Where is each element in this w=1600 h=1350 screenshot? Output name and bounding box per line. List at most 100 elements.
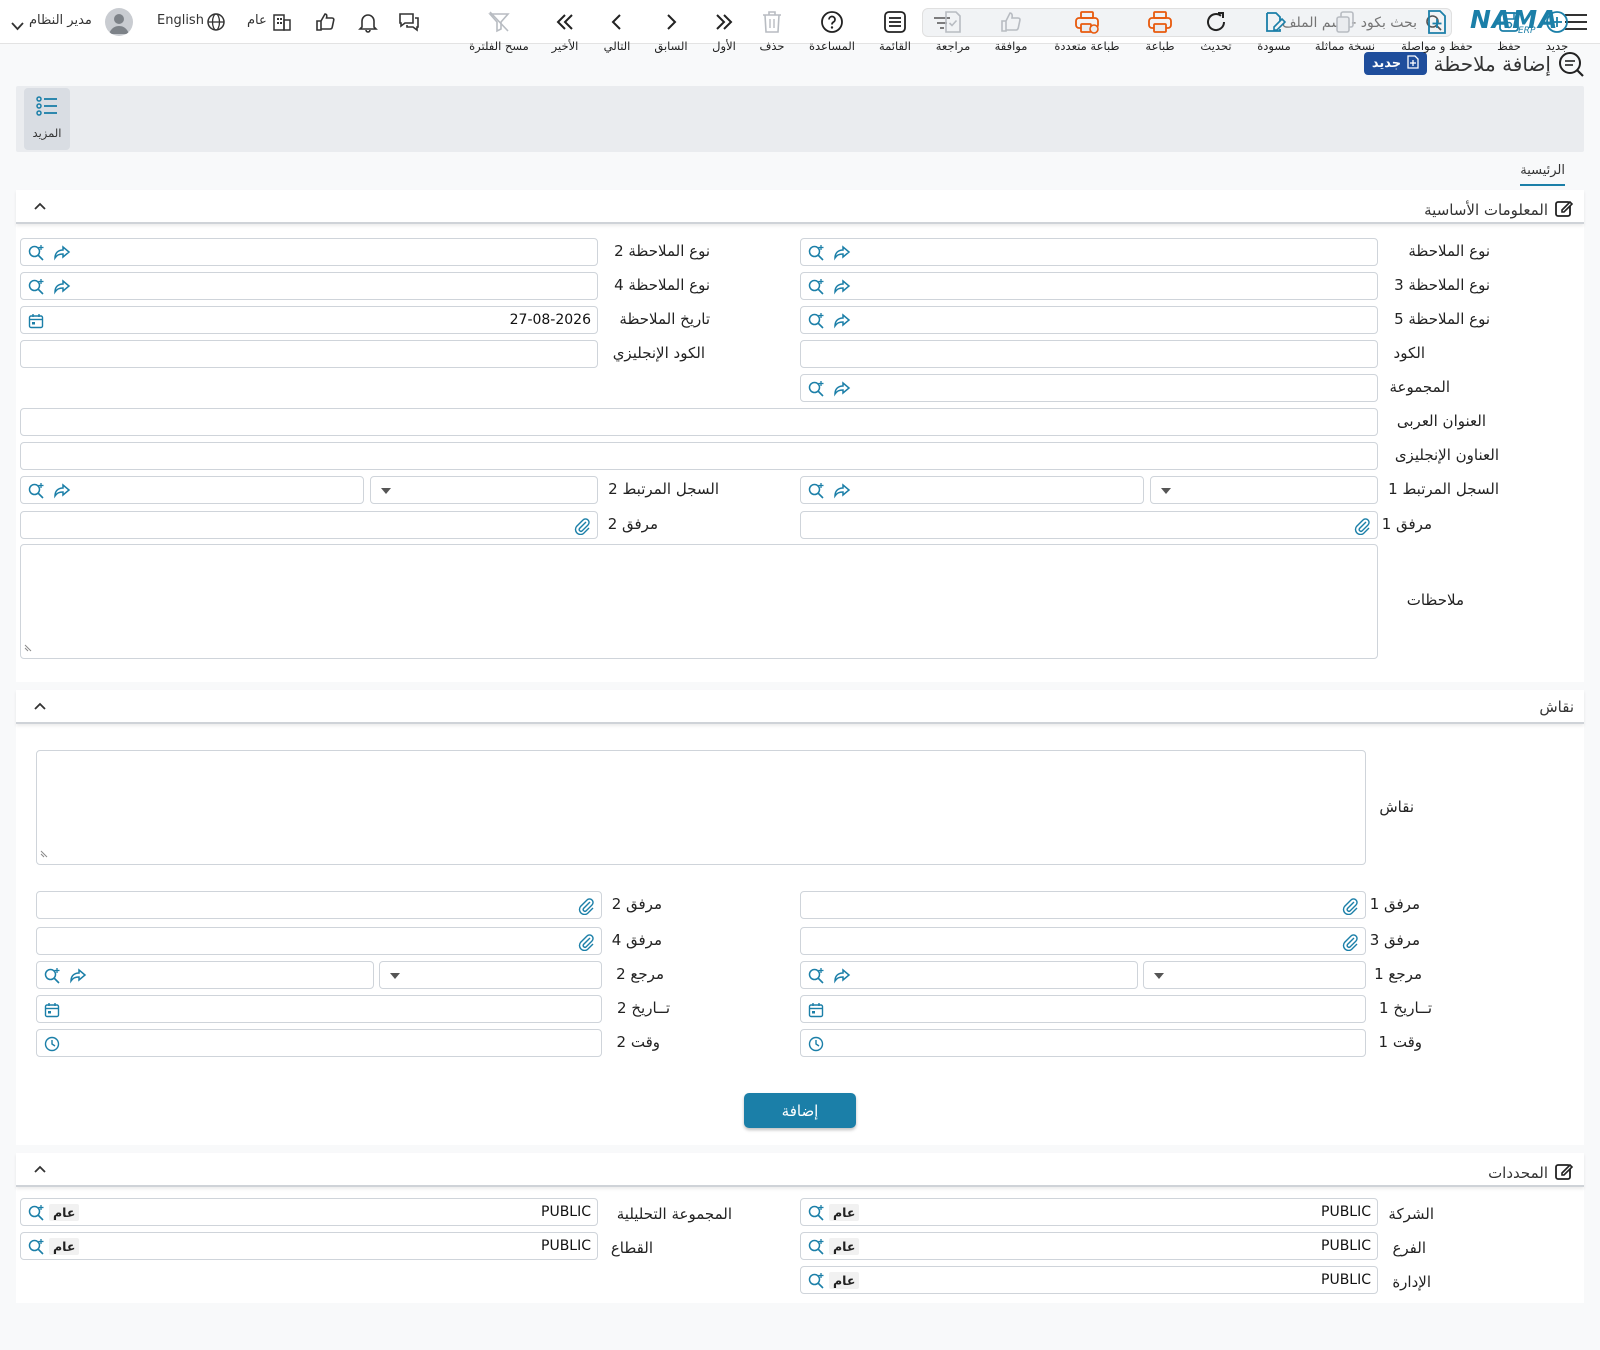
disc-attachment-3-field[interactable] — [800, 927, 1366, 955]
user-name[interactable]: مدير النظام — [29, 13, 92, 28]
search-plus-icon[interactable] — [807, 312, 825, 330]
analytic-group-field[interactable]: PUBLIC عام — [20, 1198, 598, 1226]
dimensions-header[interactable]: المحددات — [16, 1153, 1584, 1187]
clear-filter-button[interactable]: مسح الفلترة — [468, 8, 530, 60]
multi-print-button[interactable]: طباعة متعددة — [1052, 8, 1122, 60]
first-button[interactable]: الأول — [708, 8, 740, 60]
calendar-icon[interactable] — [43, 1001, 61, 1019]
help-button[interactable]: المساعدة — [808, 8, 856, 60]
sector-field[interactable]: PUBLIC عام — [20, 1232, 598, 1260]
share-icon[interactable] — [833, 278, 851, 296]
code-field[interactable] — [800, 340, 1378, 368]
paperclip-icon[interactable] — [573, 517, 591, 535]
search-plus-icon[interactable] — [807, 482, 825, 500]
branch-field[interactable]: PUBLIC عام — [800, 1232, 1378, 1260]
arabic-title-field[interactable] — [20, 408, 1378, 436]
share-icon[interactable] — [53, 482, 71, 500]
note-type-5-field[interactable] — [800, 306, 1378, 334]
last-button[interactable]: الأخير — [550, 8, 580, 60]
paperclip-icon[interactable] — [1341, 897, 1359, 915]
share-icon[interactable] — [833, 380, 851, 398]
share-icon[interactable] — [833, 482, 851, 500]
paperclip-icon[interactable] — [577, 933, 595, 951]
disc-attachment-4-field[interactable] — [36, 927, 602, 955]
related-record-1-type-dropdown[interactable] — [1150, 476, 1378, 504]
draft-button[interactable]: مسودة — [1255, 8, 1293, 60]
calendar-icon[interactable] — [807, 1001, 825, 1019]
department-field[interactable]: PUBLIC عام — [800, 1266, 1378, 1294]
previous-button[interactable]: السابق — [652, 8, 690, 60]
search-plus-icon[interactable] — [807, 244, 825, 262]
print-button[interactable]: طباعة — [1144, 8, 1176, 60]
delete-button[interactable]: حذف — [758, 8, 786, 60]
share-icon[interactable] — [69, 967, 87, 985]
save-continue-button[interactable]: حفظ و مواصلة — [1400, 8, 1474, 60]
share-icon[interactable] — [833, 244, 851, 262]
chevron-down-icon[interactable] — [11, 16, 24, 35]
note-type-3-field[interactable] — [800, 272, 1378, 300]
search-plus-icon[interactable] — [27, 278, 45, 296]
search-plus-icon[interactable] — [27, 1238, 45, 1256]
resize-handle-icon[interactable] — [40, 843, 48, 862]
basic-info-header[interactable]: المعلومات الأساسية — [16, 190, 1584, 224]
bell-icon[interactable] — [356, 10, 380, 34]
date-1-field[interactable] — [800, 995, 1366, 1023]
list-button[interactable]: القائمة — [876, 8, 914, 60]
note-type-4-field[interactable] — [20, 272, 598, 300]
attachment-2-field[interactable] — [20, 511, 598, 539]
search-plus-icon[interactable] — [807, 1204, 825, 1222]
chevron-up-icon[interactable] — [34, 198, 46, 214]
company-label[interactable]: عام — [247, 13, 267, 28]
user-avatar[interactable] — [105, 8, 133, 36]
company-field[interactable]: PUBLIC عام — [800, 1198, 1378, 1226]
clock-icon[interactable] — [807, 1035, 825, 1053]
save-button[interactable]: حفظ — [1494, 8, 1524, 60]
paperclip-icon[interactable] — [577, 897, 595, 915]
search-plus-icon[interactable] — [43, 967, 61, 985]
reference-1-type-dropdown[interactable] — [1143, 961, 1366, 989]
share-icon[interactable] — [833, 312, 851, 330]
reference-2-type-dropdown[interactable] — [379, 961, 602, 989]
paperclip-icon[interactable] — [1353, 517, 1371, 535]
review-button[interactable]: مراجعة — [935, 8, 971, 60]
language-switch[interactable]: English — [157, 13, 204, 28]
time-2-field[interactable] — [36, 1029, 602, 1057]
clock-icon[interactable] — [43, 1035, 61, 1053]
chevron-up-icon[interactable] — [34, 1161, 46, 1177]
search-plus-icon[interactable] — [27, 244, 45, 262]
search-plus-icon[interactable] — [27, 1204, 45, 1222]
related-record-2-field[interactable] — [20, 476, 364, 504]
chevron-up-icon[interactable] — [34, 698, 46, 714]
disc-attachment-1-field[interactable] — [800, 891, 1366, 919]
reference-1-field[interactable] — [800, 961, 1138, 989]
time-1-field[interactable] — [800, 1029, 1366, 1057]
more-button[interactable]: المزيد — [24, 88, 70, 150]
reference-2-field[interactable] — [36, 961, 374, 989]
discussion-header[interactable]: نقاش — [16, 690, 1584, 724]
new-button[interactable]: جديد — [1542, 8, 1572, 60]
paperclip-icon[interactable] — [1341, 933, 1359, 951]
calendar-icon[interactable] — [27, 312, 45, 330]
search-plus-icon[interactable] — [27, 482, 45, 500]
note-date-field[interactable]: 27-08-2026 — [20, 306, 598, 334]
search-plus-icon[interactable] — [807, 380, 825, 398]
globe-icon[interactable] — [204, 10, 228, 34]
group-field[interactable] — [800, 374, 1378, 402]
search-plus-icon[interactable] — [807, 1238, 825, 1256]
disc-attachment-2-field[interactable] — [36, 891, 602, 919]
thumbs-up-icon[interactable] — [313, 10, 337, 34]
approve-button[interactable]: موافقة — [992, 8, 1030, 60]
english-title-field[interactable] — [20, 442, 1378, 470]
refresh-button[interactable]: تحديث — [1198, 8, 1234, 60]
search-plus-icon[interactable] — [807, 1272, 825, 1290]
notes-textarea[interactable] — [20, 544, 1378, 659]
related-record-1-field[interactable] — [800, 476, 1144, 504]
related-record-2-type-dropdown[interactable] — [370, 476, 598, 504]
discussion-textarea[interactable] — [36, 750, 1366, 865]
copy-button[interactable]: نسخة مماثلة — [1313, 8, 1377, 60]
note-type-field[interactable] — [800, 238, 1378, 266]
chat-icon[interactable] — [397, 10, 421, 34]
attachment-1-field[interactable] — [800, 511, 1378, 539]
resize-handle-icon[interactable] — [24, 637, 32, 656]
next-button[interactable]: التالي — [600, 8, 634, 60]
